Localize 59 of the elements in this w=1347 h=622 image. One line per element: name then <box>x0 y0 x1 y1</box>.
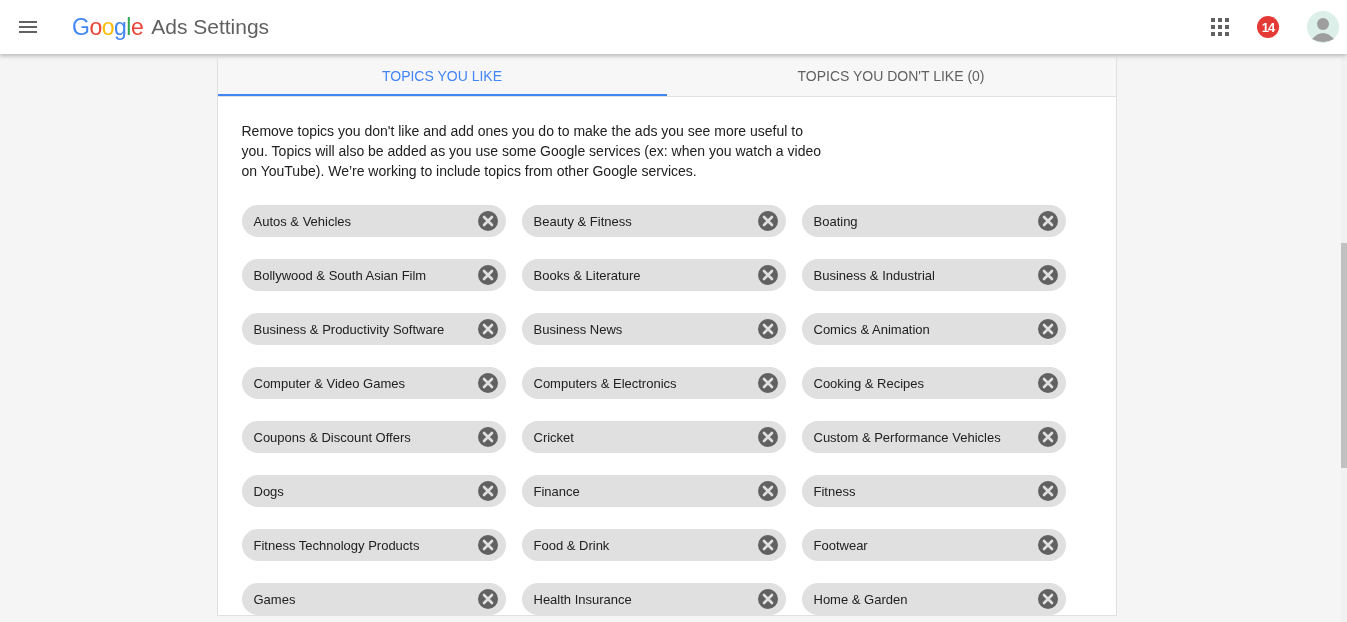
topic-label: Fitness <box>813 483 856 499</box>
remove-icon[interactable] <box>757 535 778 555</box>
remove-icon[interactable] <box>477 211 498 231</box>
remove-icon[interactable] <box>757 211 778 231</box>
remove-icon[interactable] <box>1037 319 1058 339</box>
remove-icon[interactable] <box>477 589 498 609</box>
remove-icon[interactable] <box>477 319 498 339</box>
topic-label: Computers & Electronics <box>533 375 677 391</box>
topic-label: Fitness Technology Products <box>253 537 420 553</box>
topic-label: Health Insurance <box>533 591 632 607</box>
page-title: Ads Settings <box>151 15 270 39</box>
scrollbar-thumb[interactable] <box>1341 243 1347 468</box>
remove-icon[interactable] <box>1037 427 1058 447</box>
topic-label: Food & Drink <box>533 537 610 553</box>
remove-icon[interactable] <box>757 481 778 501</box>
remove-icon[interactable] <box>757 427 778 447</box>
remove-icon[interactable] <box>757 319 778 339</box>
avatar-icon[interactable] <box>1307 11 1339 43</box>
topic-label: Autos & Vehicles <box>253 213 352 229</box>
notification-badge[interactable]: 14 <box>1257 16 1279 38</box>
topic-label: Games <box>253 591 296 607</box>
menu-icon[interactable] <box>19 21 37 33</box>
remove-icon[interactable] <box>1037 265 1058 285</box>
remove-icon[interactable] <box>1037 481 1058 501</box>
remove-icon[interactable] <box>757 265 778 285</box>
apps-grid-icon[interactable] <box>1211 18 1229 36</box>
topic-label: Business & Industrial <box>813 267 935 283</box>
remove-icon[interactable] <box>477 427 498 447</box>
topic-label: Business News <box>533 321 623 337</box>
remove-icon[interactable] <box>1037 589 1058 609</box>
remove-icon[interactable] <box>477 481 498 501</box>
topic-label: Home & Garden <box>813 591 908 607</box>
remove-icon[interactable] <box>757 589 778 609</box>
remove-icon[interactable] <box>477 373 498 393</box>
logo[interactable]: Google <box>72 13 144 41</box>
topic-label: Footwear <box>813 537 868 553</box>
topic-label: Books & Literature <box>533 267 641 283</box>
topic-label: Dogs <box>253 483 284 499</box>
topic-label: Beauty & Fitness <box>533 213 632 229</box>
topic-label: Coupons & Discount Offers <box>253 429 411 445</box>
topic-label: Cooking & Recipes <box>813 375 925 391</box>
remove-icon[interactable] <box>1037 211 1058 231</box>
tab[interactable]: TOPICS YOU DON'T LIKE (0) <box>666 58 1116 96</box>
tab[interactable]: TOPICS YOU LIKE <box>217 58 667 96</box>
topic-label: Custom & Performance Vehicles <box>813 429 1001 445</box>
remove-icon[interactable] <box>757 373 778 393</box>
topic-label: Comics & Animation <box>813 321 930 337</box>
topic-label: Bollywood & South Asian Film <box>253 267 427 283</box>
topic-label: Boating <box>813 213 858 229</box>
remove-icon[interactable] <box>1037 535 1058 555</box>
topic-label: Finance <box>533 483 580 499</box>
scrollbar[interactable] <box>1341 58 1347 622</box>
topic-label: Cricket <box>533 429 574 445</box>
remove-icon[interactable] <box>477 265 498 285</box>
remove-icon[interactable] <box>477 535 498 555</box>
description-text: Remove topics you don't like and add ones you do to make the ads you see more useful to you. Topics will also be added as you use some Google services (ex: when you watch a video on YouTube). We’re working to include topics from other Google services. <box>241 122 822 181</box>
topic-label: Business & Productivity Software <box>253 321 445 337</box>
remove-icon[interactable] <box>1037 373 1058 393</box>
topic-label: Computer & Video Games <box>253 375 405 391</box>
